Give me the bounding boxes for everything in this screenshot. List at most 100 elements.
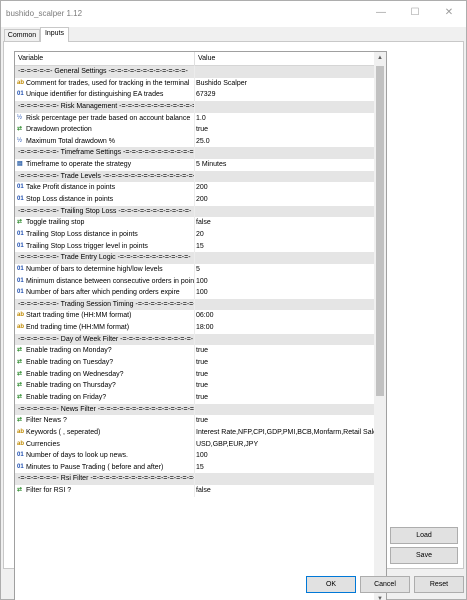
boolean-type-icon: ⇄ (17, 370, 23, 377)
section-header-row[interactable]: -=-=-=-=-=-=- Trading Session Timing -=-… (15, 298, 375, 311)
table-row[interactable]: 01 Trailing Stop Loss distance in points 2… (15, 228, 375, 241)
table-row[interactable]: 01 Trailing Stop Loss trigger level in po… (15, 240, 375, 253)
variable-label: Filter for RSI ? (26, 487, 72, 495)
load-button[interactable]: Load (390, 527, 458, 544)
table-row[interactable]: ⇄ Drawdown protection true (15, 124, 375, 136)
value-cell[interactable]: 18:00 (195, 322, 375, 334)
table-row[interactable]: ⇄ Enable trading on Tuesday? true (15, 357, 375, 369)
value-cell[interactable]: 100 (195, 276, 375, 288)
value-cell[interactable]: false (195, 485, 375, 497)
value-cell[interactable]: true (195, 357, 375, 369)
table-row[interactable]: ⇄ Toggle trailing stop false (15, 217, 375, 229)
section-header-row[interactable]: -=-=-=-=-=- General Settings -=-=-=-=-=-… (15, 66, 375, 78)
variable-label: Enable trading on Friday? (26, 393, 107, 401)
section-header-row[interactable]: -=-=-=-=-=-=- Day of Week Filter -=-=-=-… (15, 333, 375, 346)
table-row[interactable]: ⇄ Enable trading on Wednesday? true (15, 368, 375, 381)
value-cell[interactable]: USD,GBP,EUR,JPY (195, 439, 375, 451)
value-cell[interactable]: 100 (195, 450, 375, 462)
table-row[interactable]: ab End trading time (HH:MM format) 18:00 (15, 322, 375, 334)
close-button[interactable]: ✕ (432, 1, 466, 27)
vertical-scrollbar[interactable]: ▲ ▼ (374, 52, 386, 600)
variable-label: Drawdown protection (26, 126, 92, 134)
section-header-row[interactable]: -=-=-=-=-=-=- Trade Levels -=-=-=-=-=-=-… (15, 170, 375, 183)
variable-label: Enable trading on Thursday? (26, 382, 116, 390)
value-cell[interactable]: 200 (195, 182, 375, 194)
integer-type-icon: 01 (17, 452, 24, 459)
value-cell[interactable]: 200 (195, 194, 375, 206)
table-row[interactable]: ▤ Timeframe to operate the strategy 5 Minu… (15, 159, 375, 171)
value-cell[interactable]: 1.0 (195, 113, 375, 125)
section-header-row[interactable]: -=-=-=-=-=-=- Trailing Stop Loss -=-=-=-… (15, 205, 375, 218)
variable-label: Keywords ( , seperated) (26, 428, 101, 436)
boolean-type-icon: ⇄ (17, 126, 23, 133)
value-cell[interactable]: Interest Rate,NFP,CPI,GDP,PMI,BCB,Monfar… (195, 427, 375, 439)
column-divider[interactable] (194, 52, 195, 66)
save-button[interactable]: Save (390, 547, 458, 564)
variable-cell: 01 Minutes to Pause Trading ( before and … (15, 462, 194, 474)
column-separator (194, 100, 195, 113)
section-header-row[interactable]: -=-=-=-=-=-=- Trade Entry Logic -=-=-=-=… (15, 252, 375, 264)
table-row[interactable]: ⇄ Enable trading on Monday? true (15, 345, 375, 358)
string-type-icon: ab (17, 312, 25, 319)
value-cell[interactable]: true (195, 415, 375, 427)
variable-label: -=-=-=-=-=-=- Timeframe Settings -=-=-=-… (18, 149, 194, 157)
scrollbar-thumb[interactable] (376, 66, 384, 396)
value-cell[interactable]: true (195, 380, 375, 392)
table-row[interactable]: ab Comment for trades, used for tracking … (15, 77, 375, 90)
table-row[interactable]: 01 Number of days to look up news. 100 (15, 450, 375, 462)
value-cell[interactable]: true (195, 345, 375, 357)
section-header-row[interactable]: -=-=-=-=-=-=- Timeframe Settings -=-=-=-… (15, 147, 375, 160)
value-cell[interactable]: 5 (195, 264, 375, 276)
variable-cell: ab Start trading time (HH:MM format) (15, 310, 194, 322)
value-cell[interactable]: true (195, 369, 375, 381)
table-row[interactable]: 01 Number of bars to determine high/low l… (15, 263, 375, 276)
value-cell[interactable]: 25.0 (195, 136, 375, 148)
value-cell[interactable]: 67329 (195, 89, 375, 101)
value-cell[interactable]: 06:00 (195, 310, 375, 322)
table-row[interactable]: ab Start trading time (HH:MM format) 06:00 (15, 310, 375, 323)
column-separator (194, 403, 195, 416)
table-row[interactable]: ½ Maximum Total drawdown % 25.0 (15, 135, 375, 148)
integer-type-icon: 01 (17, 289, 24, 296)
scroll-up-icon[interactable]: ▲ (374, 52, 386, 64)
minimize-button[interactable]: — (364, 1, 398, 27)
variable-label: Enable trading on Wednesday? (26, 370, 124, 378)
section-header-row[interactable]: -=-=-=-=-=-=- Rsi Filter -=-=-=-=-=-=-=-… (15, 473, 375, 486)
table-row[interactable]: ⇄ Enable trading on Thursday? true (15, 380, 375, 392)
value-cell[interactable]: false (195, 217, 375, 229)
value-cell[interactable]: 15 (195, 241, 375, 253)
table-row[interactable]: 01 Minimum distance between consecutive o… (15, 275, 375, 288)
variable-cell: 01 Number of bars to determine high/low l… (15, 264, 194, 276)
maximize-button[interactable]: ☐ (398, 1, 432, 27)
table-row[interactable]: ab Currencies USD,GBP,EUR,JPY (15, 438, 375, 451)
table-row[interactable]: 01 Stop Loss distance in points 200 (15, 194, 375, 206)
table-row[interactable]: ⇄ Enable trading on Friday? true (15, 391, 375, 404)
table-row[interactable]: 01 Number of bars after which pending ord… (15, 287, 375, 299)
column-header-value[interactable]: Value (198, 55, 215, 62)
value-cell[interactable]: 20 (195, 229, 375, 241)
cancel-button[interactable]: Cancel (360, 576, 410, 593)
table-row[interactable]: ab Keywords ( , seperated) Interest Rate,N… (15, 426, 375, 439)
table-row[interactable]: 01 Minutes to Pause Trading ( before and … (15, 461, 375, 474)
variable-cell: 01 Trailing Stop Loss trigger level in po… (15, 241, 194, 253)
variable-cell: -=-=-=-=-=-=- Timeframe Settings -=-=-=-… (15, 147, 194, 159)
reset-button[interactable]: Reset (414, 576, 464, 593)
table-row[interactable]: ⇄ Filter News ? true (15, 415, 375, 427)
scroll-down-icon[interactable]: ▼ (374, 593, 386, 600)
value-cell[interactable]: Bushido Scalper (195, 78, 375, 90)
table-row[interactable]: 01 Unique identifier for distinguishing E… (15, 89, 375, 101)
table-row[interactable]: ⇄ Filter for RSI ? false (15, 485, 375, 497)
column-header-variable[interactable]: Variable (18, 55, 43, 62)
ok-button[interactable]: OK (306, 576, 356, 593)
tab-inputs[interactable]: Inputs (40, 27, 69, 42)
section-header-row[interactable]: -=-=-=-=-=-=- Risk Management -=-=-=-=-=… (15, 100, 375, 113)
value-cell[interactable]: true (195, 124, 375, 136)
table-row[interactable]: 01 Take Profit distance in points 200 (15, 182, 375, 195)
table-row[interactable]: ½ Risk percentage per trade based on acco… (15, 112, 375, 125)
value-cell[interactable]: 15 (195, 462, 375, 474)
value-cell[interactable]: 5 Minutes (195, 159, 375, 171)
variable-label: Minutes to Pause Trading ( before and af… (26, 463, 164, 471)
value-cell[interactable]: 100 (195, 287, 375, 299)
value-cell[interactable]: true (195, 392, 375, 404)
section-header-row[interactable]: -=-=-=-=-=-=- News Filter -=-=-=-=-=-=-=… (15, 403, 375, 416)
